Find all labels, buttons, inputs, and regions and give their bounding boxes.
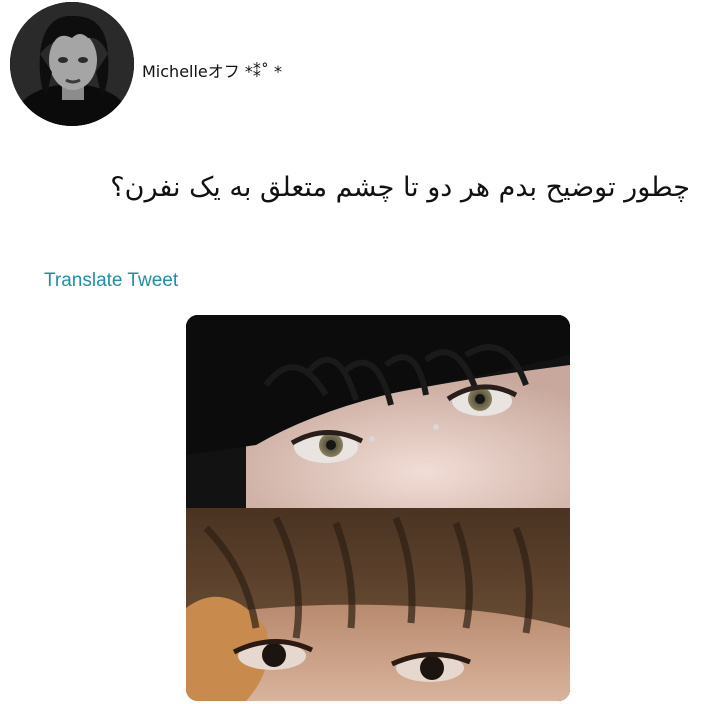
avatar-image	[10, 2, 134, 126]
translate-tweet-link[interactable]: Translate Tweet	[44, 270, 178, 292]
media-image-top	[186, 315, 570, 508]
tweet-text: چطور توضیح بدم هر دو تا چشم متعلق به یک …	[110, 172, 690, 203]
media-image-bottom	[186, 508, 570, 701]
tweet-media[interactable]	[186, 315, 570, 701]
avatar[interactable]	[10, 2, 134, 126]
username[interactable]: Michelleオフ *⁑˚ *	[142, 58, 282, 82]
